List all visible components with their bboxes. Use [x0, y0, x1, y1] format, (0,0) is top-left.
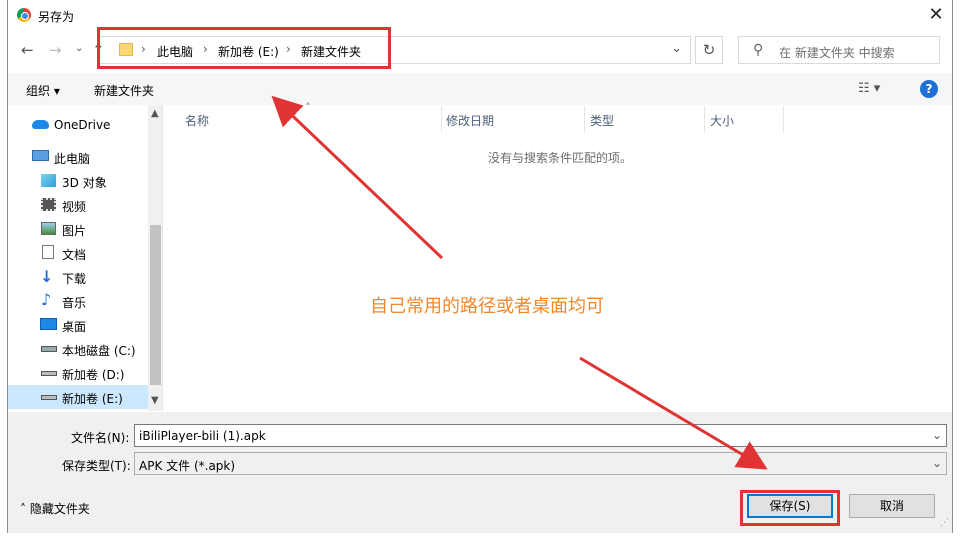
sidebar-item-label: OneDrive — [54, 118, 111, 132]
resize-grip-icon[interactable]: ⋰ — [940, 518, 949, 528]
search-icon: ⚲ — [753, 42, 764, 58]
sidebar-scroll-thumb[interactable] — [150, 225, 161, 385]
refresh-button[interactable]: ↻ — [695, 36, 723, 64]
sidebar-item-label: 图片 — [62, 224, 87, 238]
column-header-date[interactable]: 修改日期 — [446, 112, 494, 129]
sidebar-item-drive-c[interactable]: 本地磁盘 (C:) — [8, 337, 148, 361]
filename-value: iBiliPlayer-bili (1).apk — [139, 429, 266, 443]
sidebar-item-label: 音乐 — [62, 296, 87, 310]
column-divider[interactable] — [783, 106, 784, 132]
sidebar-item-videos[interactable]: 视频 — [8, 193, 148, 217]
view-options-button[interactable]: ☷ ▾ — [858, 81, 880, 96]
chrome-app-icon — [17, 8, 31, 22]
scroll-down-icon[interactable]: ▼ — [151, 395, 159, 406]
drive-icon — [41, 346, 57, 352]
sidebar-item-label: 新加卷 (D:) — [62, 368, 125, 382]
search-box[interactable]: ⚲ 在 新建文件夹 中搜索 — [738, 36, 940, 64]
column-divider[interactable] — [441, 106, 442, 132]
command-toolbar: 组织 ▾ 新建文件夹 ☷ ▾ ? — [8, 73, 952, 105]
window-title: 另存为 — [38, 10, 75, 24]
back-arrow-icon[interactable]: ← — [21, 41, 34, 59]
save-highlight-box — [740, 490, 840, 526]
scroll-up-icon[interactable]: ▲ — [151, 108, 159, 119]
empty-folder-message: 没有与搜索条件匹配的项。 — [488, 151, 633, 165]
sidebar-item-label: 下载 — [62, 272, 87, 286]
sidebar-item-3d-objects[interactable]: 3D 对象 — [8, 169, 148, 193]
annotation-text: 自己常用的路径或者桌面均可 — [370, 296, 604, 317]
column-header-type[interactable]: 类型 — [590, 112, 614, 129]
sidebar-item-label: 本地磁盘 (C:) — [62, 344, 136, 358]
video-icon — [41, 198, 56, 211]
sidebar-item-pictures[interactable]: 图片 — [8, 217, 148, 241]
filetype-label: 保存类型(T): — [62, 459, 131, 473]
sidebar-item-desktop[interactable]: 桌面 — [8, 313, 148, 337]
picture-icon — [41, 222, 56, 235]
cloud-icon — [32, 120, 49, 129]
column-divider[interactable] — [584, 106, 585, 132]
address-dropdown-icon[interactable]: ⌄ — [671, 41, 682, 56]
filetype-value: APK 文件 (*.apk) — [139, 459, 236, 473]
filetype-select[interactable]: APK 文件 (*.apk) ⌄ — [134, 452, 947, 475]
sidebar-item-label: 此电脑 — [54, 152, 91, 166]
sidebar-item-drive-e[interactable]: 新加卷 (E:) — [8, 385, 148, 409]
close-button[interactable]: ✕ — [920, 0, 952, 31]
sidebar-item-downloads[interactable]: ↓ 下载 — [8, 265, 148, 289]
sidebar-item-label: 视频 — [62, 200, 87, 214]
filename-label: 文件名(N): — [71, 431, 130, 445]
hide-folders-toggle[interactable]: ˄ 隐藏文件夹 — [20, 500, 90, 517]
save-as-dialog: 另存为 ✕ ← → ⌄ ↑ › 此电脑 › 新加卷 (E:) › 新建文件夹 ⌄… — [7, 0, 953, 533]
sidebar-item-this-pc[interactable]: 此电脑 — [8, 145, 148, 169]
sort-caret-icon: ˄ — [305, 101, 311, 114]
sidebar-item-documents[interactable]: 文档 — [8, 241, 148, 265]
column-header-size[interactable]: 大小 — [710, 112, 734, 129]
chevron-up-icon: ˄ — [20, 502, 30, 516]
document-icon — [42, 245, 54, 259]
chevron-down-icon[interactable]: ⌄ — [932, 456, 942, 470]
search-placeholder: 在 新建文件夹 中搜索 — [779, 46, 895, 60]
sidebar-item-label: 3D 对象 — [62, 176, 107, 190]
navigation-pane: OneDrive 此电脑 3D 对象 视频 图片 文档 ↓ 下载 ♪ 音乐 桌面… — [8, 105, 163, 411]
music-note-icon: ♪ — [41, 290, 52, 309]
column-divider[interactable] — [704, 106, 705, 132]
cancel-button[interactable]: 取消 — [849, 494, 935, 518]
sidebar-item-label: 文档 — [62, 248, 87, 262]
column-header-name[interactable]: 名称 — [185, 112, 209, 129]
cube-icon — [41, 174, 56, 187]
new-folder-button[interactable]: 新建文件夹 — [94, 82, 154, 99]
recent-locations-chevron-icon[interactable]: ⌄ — [75, 43, 83, 54]
computer-icon — [32, 150, 49, 161]
sidebar-item-label: 桌面 — [62, 320, 87, 334]
desktop-icon — [40, 318, 57, 330]
filename-field[interactable]: iBiliPlayer-bili (1).apk ⌄ — [134, 424, 947, 447]
hide-folders-label: 隐藏文件夹 — [29, 502, 90, 516]
download-arrow-icon: ↓ — [40, 267, 54, 286]
drive-icon — [41, 371, 57, 376]
help-icon[interactable]: ? — [920, 80, 938, 98]
drive-icon — [41, 395, 57, 400]
sidebar-item-onedrive[interactable]: OneDrive — [8, 113, 148, 137]
organize-menu-button[interactable]: 组织 ▾ — [26, 82, 60, 99]
sidebar-item-music[interactable]: ♪ 音乐 — [8, 289, 148, 313]
sidebar-item-label: 新加卷 (E:) — [62, 392, 123, 406]
sidebar-item-drive-d[interactable]: 新加卷 (D:) — [8, 361, 148, 385]
chevron-down-icon[interactable]: ⌄ — [932, 428, 942, 442]
forward-arrow-icon[interactable]: → — [49, 41, 62, 59]
address-highlight-box — [97, 27, 391, 69]
